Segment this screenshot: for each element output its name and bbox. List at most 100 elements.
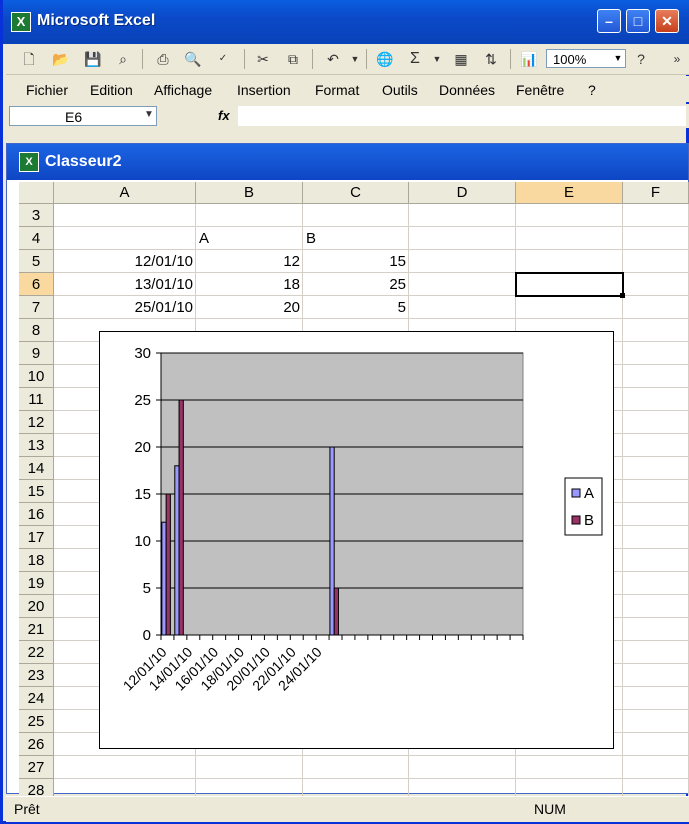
spelling-icon[interactable]: ✓ (212, 48, 234, 70)
row-header-26[interactable]: 26 (19, 733, 54, 756)
legend-swatch-a (571, 488, 581, 498)
help-icon[interactable]: ? (630, 48, 652, 70)
menu-edition[interactable]: Edition (90, 82, 133, 98)
row-header-23[interactable]: 23 (19, 664, 54, 687)
row-header-14[interactable]: 14 (19, 457, 54, 480)
y-tick-label: 0 (143, 627, 151, 644)
menu-donnees[interactable]: Données (439, 82, 495, 98)
close-button[interactable]: ✕ (655, 9, 679, 33)
workbook-title: Classeur2 (45, 153, 122, 170)
row-header-9[interactable]: 9 (19, 342, 54, 365)
sort-icon[interactable]: ⇅ (480, 48, 502, 70)
menu-affichage[interactable]: Affichage (154, 82, 212, 98)
bar-b-0 (165, 493, 171, 636)
column-header-c[interactable]: C (303, 182, 409, 204)
y-tick-label: 30 (134, 345, 151, 362)
cell-c7[interactable]: 5 (303, 296, 409, 319)
print-icon[interactable]: ⎙ (152, 48, 174, 70)
menu-format[interactable]: Format (315, 82, 359, 98)
cut-icon[interactable]: ✂ (252, 48, 274, 70)
cell-c6[interactable]: 25 (303, 273, 409, 296)
row-header-19[interactable]: 19 (19, 572, 54, 595)
open-icon[interactable]: 📂 (50, 48, 72, 70)
bar-a-0 (161, 521, 167, 636)
embedded-chart[interactable]: 0 5 10 15 20 25 30 12/01/10 14/01/10 16/01/10 18/0… (99, 331, 614, 749)
toolbar-options-icon[interactable]: » (666, 48, 688, 70)
cell-b7[interactable]: 20 (196, 296, 303, 319)
row-header-7[interactable]: 7 (19, 296, 54, 319)
zoom-select[interactable]: 100% ▼ (546, 49, 626, 68)
column-header-e[interactable]: E (516, 182, 623, 204)
copy-icon[interactable]: ⧉ (282, 48, 304, 70)
hyperlink-icon[interactable]: 🌐 (374, 48, 396, 70)
formula-input[interactable] (238, 106, 686, 126)
row-header-5[interactable]: 5 (19, 250, 54, 273)
column-header-a[interactable]: A (54, 182, 196, 204)
cell-b4[interactable]: A (196, 227, 303, 250)
cell-a5[interactable]: 12/01/10 (54, 250, 196, 273)
row-header-6[interactable]: 6 (19, 273, 54, 296)
row-header-18[interactable]: 18 (19, 549, 54, 572)
column-header-d[interactable]: D (409, 182, 516, 204)
row-header-12[interactable]: 12 (19, 411, 54, 434)
standard-toolbar: 🗋 📂 💾 ⌕ ⎙ 🔍 ✓ ✂ ⧉ ↶ ▼ 🌐 Σ ▼ ▦ ⇅ 📊 100% ▼… (6, 44, 689, 75)
menu-fichier[interactable]: Fichier (26, 82, 68, 98)
cell-b5[interactable]: 12 (196, 250, 303, 273)
menu-help[interactable]: ? (588, 82, 596, 98)
chevron-down-icon[interactable]: ▼ (138, 104, 160, 126)
fx-icon[interactable]: fx (218, 108, 230, 123)
row-header-13[interactable]: 13 (19, 434, 54, 457)
row-header-25[interactable]: 25 (19, 710, 54, 733)
column-header-b[interactable]: B (196, 182, 303, 204)
row-header-4[interactable]: 4 (19, 227, 54, 250)
autosum-dropdown-icon[interactable]: ▼ (426, 48, 448, 70)
cell-c4[interactable]: B (303, 227, 409, 250)
row-header-21[interactable]: 21 (19, 618, 54, 641)
fill-handle[interactable] (620, 293, 625, 298)
zoom-value: 100% (553, 52, 587, 67)
print-preview-icon[interactable]: 🔍 (182, 48, 204, 70)
name-box-value: E6 (65, 109, 83, 125)
name-box[interactable]: E6 (9, 106, 157, 126)
y-tick-label: 5 (143, 580, 151, 597)
cell-a6[interactable]: 13/01/10 (54, 273, 196, 296)
workbook-icon: X (19, 152, 39, 172)
menu-insertion[interactable]: Insertion (237, 82, 291, 98)
undo-icon[interactable]: ↶ (322, 48, 344, 70)
excel-icon: X (11, 12, 31, 32)
cell-b6[interactable]: 18 (196, 273, 303, 296)
row-header-10[interactable]: 10 (19, 365, 54, 388)
row-header-8[interactable]: 8 (19, 319, 54, 342)
y-tick-label: 25 (134, 392, 151, 409)
gridline (54, 778, 689, 779)
cell-c5[interactable]: 15 (303, 250, 409, 273)
autosum-icon[interactable]: Σ (404, 48, 426, 70)
cell-a7[interactable]: 25/01/10 (54, 296, 196, 319)
column-header-f[interactable]: F (623, 182, 689, 204)
row-header-16[interactable]: 16 (19, 503, 54, 526)
workbook-window: X Classeur2 A B C D E F 3 4 5 6 7 8 9 10 11 12 13 14 15 16 1… (6, 143, 689, 802)
menu-outils[interactable]: Outils (382, 82, 418, 98)
row-header-17[interactable]: 17 (19, 526, 54, 549)
active-cell-e6[interactable] (515, 272, 624, 297)
row-header-22[interactable]: 22 (19, 641, 54, 664)
bar-b-2 (333, 587, 339, 636)
save-icon[interactable]: 💾 (82, 48, 104, 70)
undo-dropdown-icon[interactable]: ▼ (344, 48, 366, 70)
select-all-corner[interactable] (19, 182, 54, 204)
maximize-button[interactable]: □ (626, 9, 650, 33)
y-tick-label: 10 (134, 533, 151, 550)
minimize-button[interactable]: – (597, 9, 621, 33)
legend-swatch-b (571, 515, 581, 525)
row-header-27[interactable]: 27 (19, 756, 54, 779)
research-icon[interactable]: ▦ (450, 48, 472, 70)
row-header-20[interactable]: 20 (19, 595, 54, 618)
new-icon[interactable]: 🗋 (18, 48, 40, 70)
row-header-3[interactable]: 3 (19, 204, 54, 227)
permission-icon[interactable]: ⌕ (112, 48, 134, 70)
row-header-15[interactable]: 15 (19, 480, 54, 503)
row-header-11[interactable]: 11 (19, 388, 54, 411)
row-header-24[interactable]: 24 (19, 687, 54, 710)
chart-wizard-icon[interactable]: 📊 (518, 48, 540, 70)
menu-fenetre[interactable]: Fenêtre (516, 82, 564, 98)
